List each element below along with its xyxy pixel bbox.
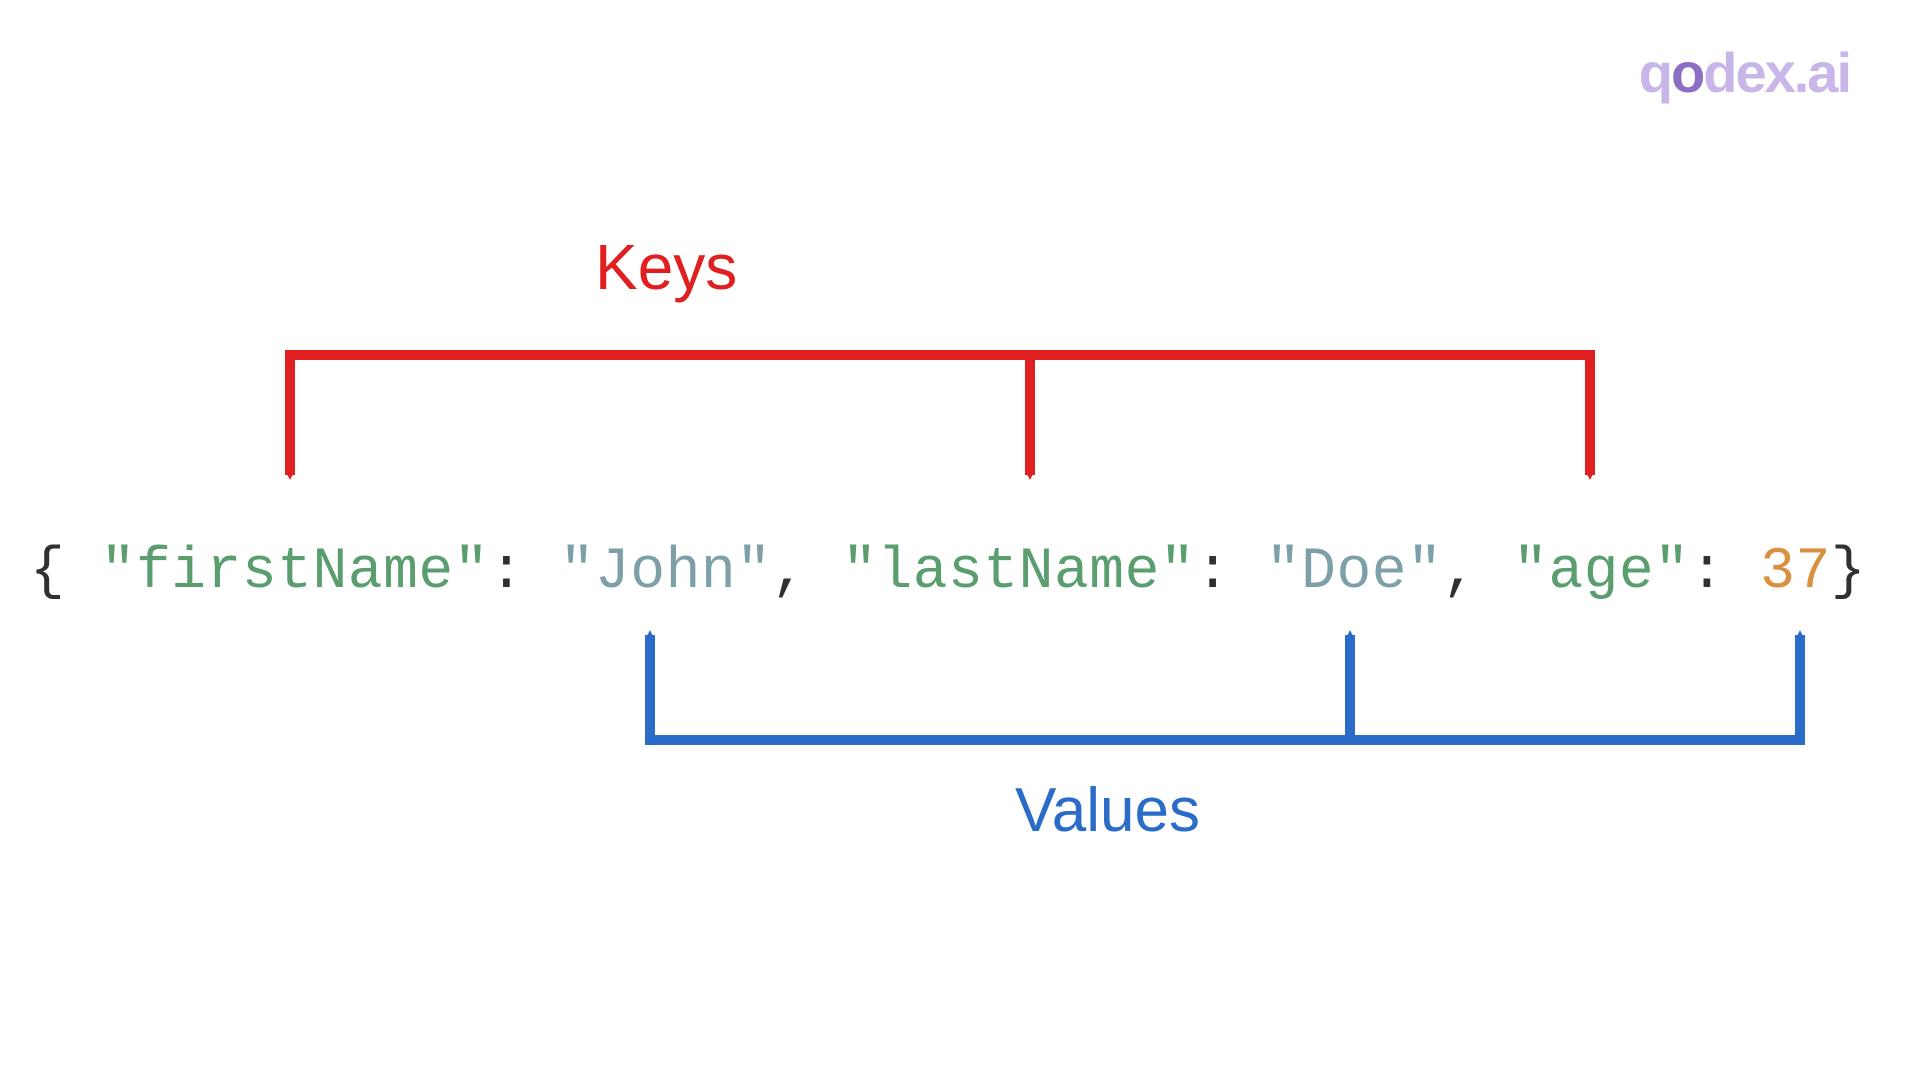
comma: ,	[1442, 540, 1477, 605]
brand-logo: qodex.ai	[1639, 40, 1850, 105]
json-value-3: 37	[1760, 540, 1831, 605]
quote: "	[1266, 540, 1301, 605]
json-key-3: age	[1548, 540, 1654, 605]
json-value-2: Doe	[1301, 540, 1407, 605]
quote: "	[454, 540, 489, 605]
open-brace: {	[30, 540, 65, 605]
quote: "	[1654, 540, 1689, 605]
colon: :	[489, 540, 524, 605]
json-diagram: Keys Values { "firstName": "John", "last…	[30, 230, 1890, 850]
logo-dot: .	[1794, 41, 1808, 104]
colon: :	[1195, 540, 1230, 605]
keys-bracket	[290, 350, 1590, 475]
json-value-1: John	[595, 540, 736, 605]
quote: "	[101, 540, 136, 605]
logo-letter-q: q	[1639, 41, 1671, 104]
quote: "	[560, 540, 595, 605]
close-brace: }	[1831, 540, 1866, 605]
logo-letter-o: o	[1671, 41, 1703, 104]
quote: "	[1513, 540, 1548, 605]
quote: "	[1407, 540, 1442, 605]
logo-dex: dex	[1703, 41, 1794, 104]
logo-ai: ai	[1807, 41, 1850, 104]
json-code-line: { "firstName": "John", "lastName": "Doe"…	[30, 540, 1866, 605]
quote: "	[736, 540, 771, 605]
values-label: Values	[1015, 775, 1200, 846]
json-key-2: lastName	[877, 540, 1159, 605]
colon: :	[1690, 540, 1725, 605]
quote: "	[842, 540, 877, 605]
json-key-1: firstName	[136, 540, 454, 605]
comma: ,	[772, 540, 807, 605]
keys-label: Keys	[595, 230, 737, 304]
quote: "	[1160, 540, 1195, 605]
values-bracket	[650, 635, 1800, 745]
